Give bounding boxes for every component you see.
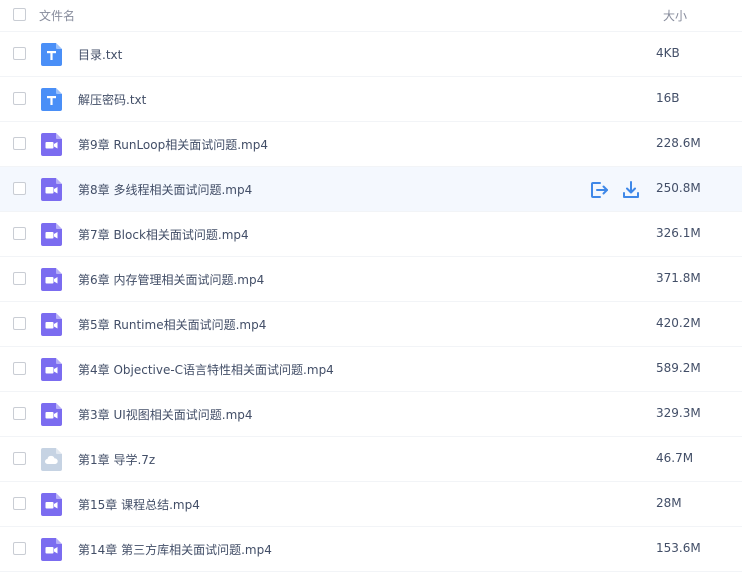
file-list-header: 文件名 大小 — [0, 0, 742, 32]
row-checkbox[interactable] — [13, 182, 26, 195]
download-icon[interactable] — [621, 180, 641, 200]
file-name[interactable]: 第14章 第三方库相关面试问题.mp4 — [78, 541, 272, 558]
file-name[interactable]: 第7章 Block相关面试问题.mp4 — [78, 226, 249, 243]
video-file-icon — [41, 178, 62, 201]
file-size: 16B — [656, 91, 680, 105]
file-size: 4KB — [656, 46, 680, 60]
file-row[interactable]: 目录.txt 4KB — [0, 32, 742, 77]
file-size: 371.8M — [656, 271, 701, 285]
file-row[interactable]: 第5章 Runtime相关面试问题.mp4 420.2M — [0, 302, 742, 347]
file-size: 589.2M — [656, 361, 701, 375]
column-header-filename[interactable]: 文件名 — [39, 7, 75, 24]
file-name[interactable]: 解压密码.txt — [78, 91, 146, 108]
row-checkbox[interactable] — [13, 227, 26, 240]
video-file-icon — [41, 133, 62, 156]
file-row[interactable]: 第8章 多线程相关面试问题.mp4 250.8M — [0, 167, 742, 212]
row-checkbox[interactable] — [13, 542, 26, 555]
file-name[interactable]: 第5章 Runtime相关面试问题.mp4 — [78, 316, 266, 333]
video-file-icon — [41, 223, 62, 246]
video-file-icon — [41, 313, 62, 336]
file-name[interactable]: 第3章 UI视图相关面试问题.mp4 — [78, 406, 253, 423]
file-row[interactable]: 第1章 导学.7z 46.7M — [0, 437, 742, 482]
share-icon[interactable] — [589, 180, 609, 200]
row-actions — [589, 180, 645, 200]
row-checkbox[interactable] — [13, 452, 26, 465]
file-row[interactable]: 第3章 UI视图相关面试问题.mp4 329.3M — [0, 392, 742, 437]
file-name[interactable]: 第6章 内存管理相关面试问题.mp4 — [78, 271, 264, 288]
file-row[interactable]: 第4章 Objective-C语言特性相关面试问题.mp4 589.2M — [0, 347, 742, 392]
row-checkbox[interactable] — [13, 47, 26, 60]
file-size: 329.3M — [656, 406, 701, 420]
file-row[interactable]: 解压密码.txt 16B — [0, 77, 742, 122]
file-name[interactable]: 第9章 RunLoop相关面试问题.mp4 — [78, 136, 268, 153]
file-list: 目录.txt 4KB 解压密码.txt 16B 第9章 RunLoop相关面试问题.mp… — [0, 32, 742, 572]
row-checkbox[interactable] — [13, 137, 26, 150]
txt-file-icon — [41, 43, 62, 66]
txt-file-icon — [41, 88, 62, 111]
file-name[interactable]: 第4章 Objective-C语言特性相关面试问题.mp4 — [78, 361, 334, 378]
video-file-icon — [41, 358, 62, 381]
row-checkbox[interactable] — [13, 362, 26, 375]
file-size: 46.7M — [656, 451, 694, 465]
file-size: 250.8M — [656, 181, 701, 195]
file-row[interactable]: 第15章 课程总结.mp4 28M — [0, 482, 742, 527]
video-file-icon — [41, 538, 62, 561]
row-checkbox[interactable] — [13, 272, 26, 285]
file-size: 420.2M — [656, 316, 701, 330]
select-all-checkbox[interactable] — [13, 8, 26, 21]
row-checkbox[interactable] — [13, 407, 26, 420]
row-checkbox[interactable] — [13, 92, 26, 105]
file-size: 326.1M — [656, 226, 701, 240]
row-checkbox[interactable] — [13, 497, 26, 510]
file-name[interactable]: 第1章 导学.7z — [78, 451, 155, 468]
file-row[interactable]: 第14章 第三方库相关面试问题.mp4 153.6M — [0, 527, 742, 572]
file-name[interactable]: 第8章 多线程相关面试问题.mp4 — [78, 181, 252, 198]
file-name[interactable]: 目录.txt — [78, 46, 122, 63]
file-row[interactable]: 第7章 Block相关面试问题.mp4 326.1M — [0, 212, 742, 257]
row-checkbox[interactable] — [13, 317, 26, 330]
file-size: 153.6M — [656, 541, 701, 555]
file-row[interactable]: 第9章 RunLoop相关面试问题.mp4 228.6M — [0, 122, 742, 167]
file-name[interactable]: 第15章 课程总结.mp4 — [78, 496, 200, 513]
column-header-size[interactable]: 大小 — [663, 7, 687, 24]
video-file-icon — [41, 403, 62, 426]
file-row[interactable]: 第6章 内存管理相关面试问题.mp4 371.8M — [0, 257, 742, 302]
archive-file-icon — [41, 448, 62, 471]
file-size: 228.6M — [656, 136, 701, 150]
file-size: 28M — [656, 496, 682, 510]
video-file-icon — [41, 268, 62, 291]
video-file-icon — [41, 493, 62, 516]
